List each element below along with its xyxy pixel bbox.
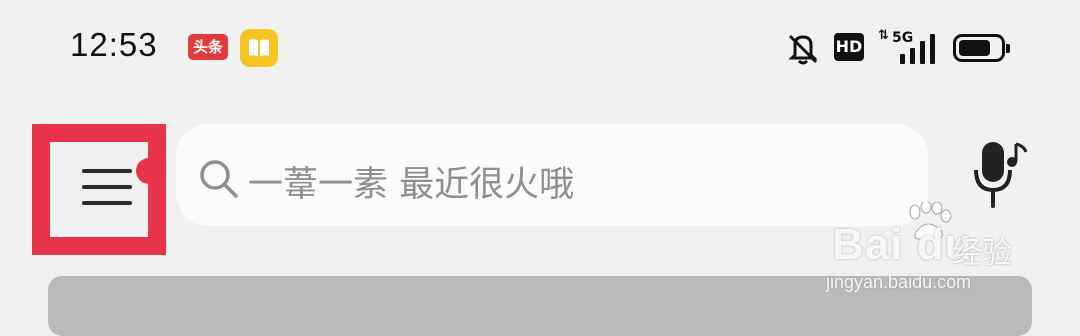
search-bar[interactable]: 一葦一素 最近很火哦 xyxy=(176,124,928,226)
battery-level xyxy=(959,40,990,56)
signal-bars xyxy=(900,34,935,64)
book-app-icon xyxy=(240,29,278,67)
battery-icon xyxy=(953,34,1010,62)
signal-5g-icon: ⇅ 5G xyxy=(878,28,938,66)
search-icon xyxy=(200,160,238,198)
watermark-url: jingyan.baidu.com xyxy=(826,272,972,292)
watermark-sub: 经验 xyxy=(952,236,1012,271)
hd-icon: HD xyxy=(834,33,864,61)
menu-button-highlight[interactable] xyxy=(32,124,166,255)
network-arrows: ⇅ xyxy=(878,28,889,43)
toutiao-app-icon: 头条 xyxy=(188,34,228,60)
status-bar: 12:53 头条 HD ⇅ 5G xyxy=(0,0,1080,96)
notification-dot xyxy=(136,158,162,184)
status-time: 12:53 xyxy=(70,26,158,63)
baidu-jingyan-watermark: Bai du 经验 jingyan.baidu.com xyxy=(822,202,1052,312)
search-placeholder[interactable]: 一葦一素 最近很火哦 xyxy=(248,156,574,207)
bell-muted-icon xyxy=(786,30,820,70)
hamburger-menu-icon[interactable] xyxy=(82,169,132,205)
battery-tip xyxy=(1006,44,1010,53)
